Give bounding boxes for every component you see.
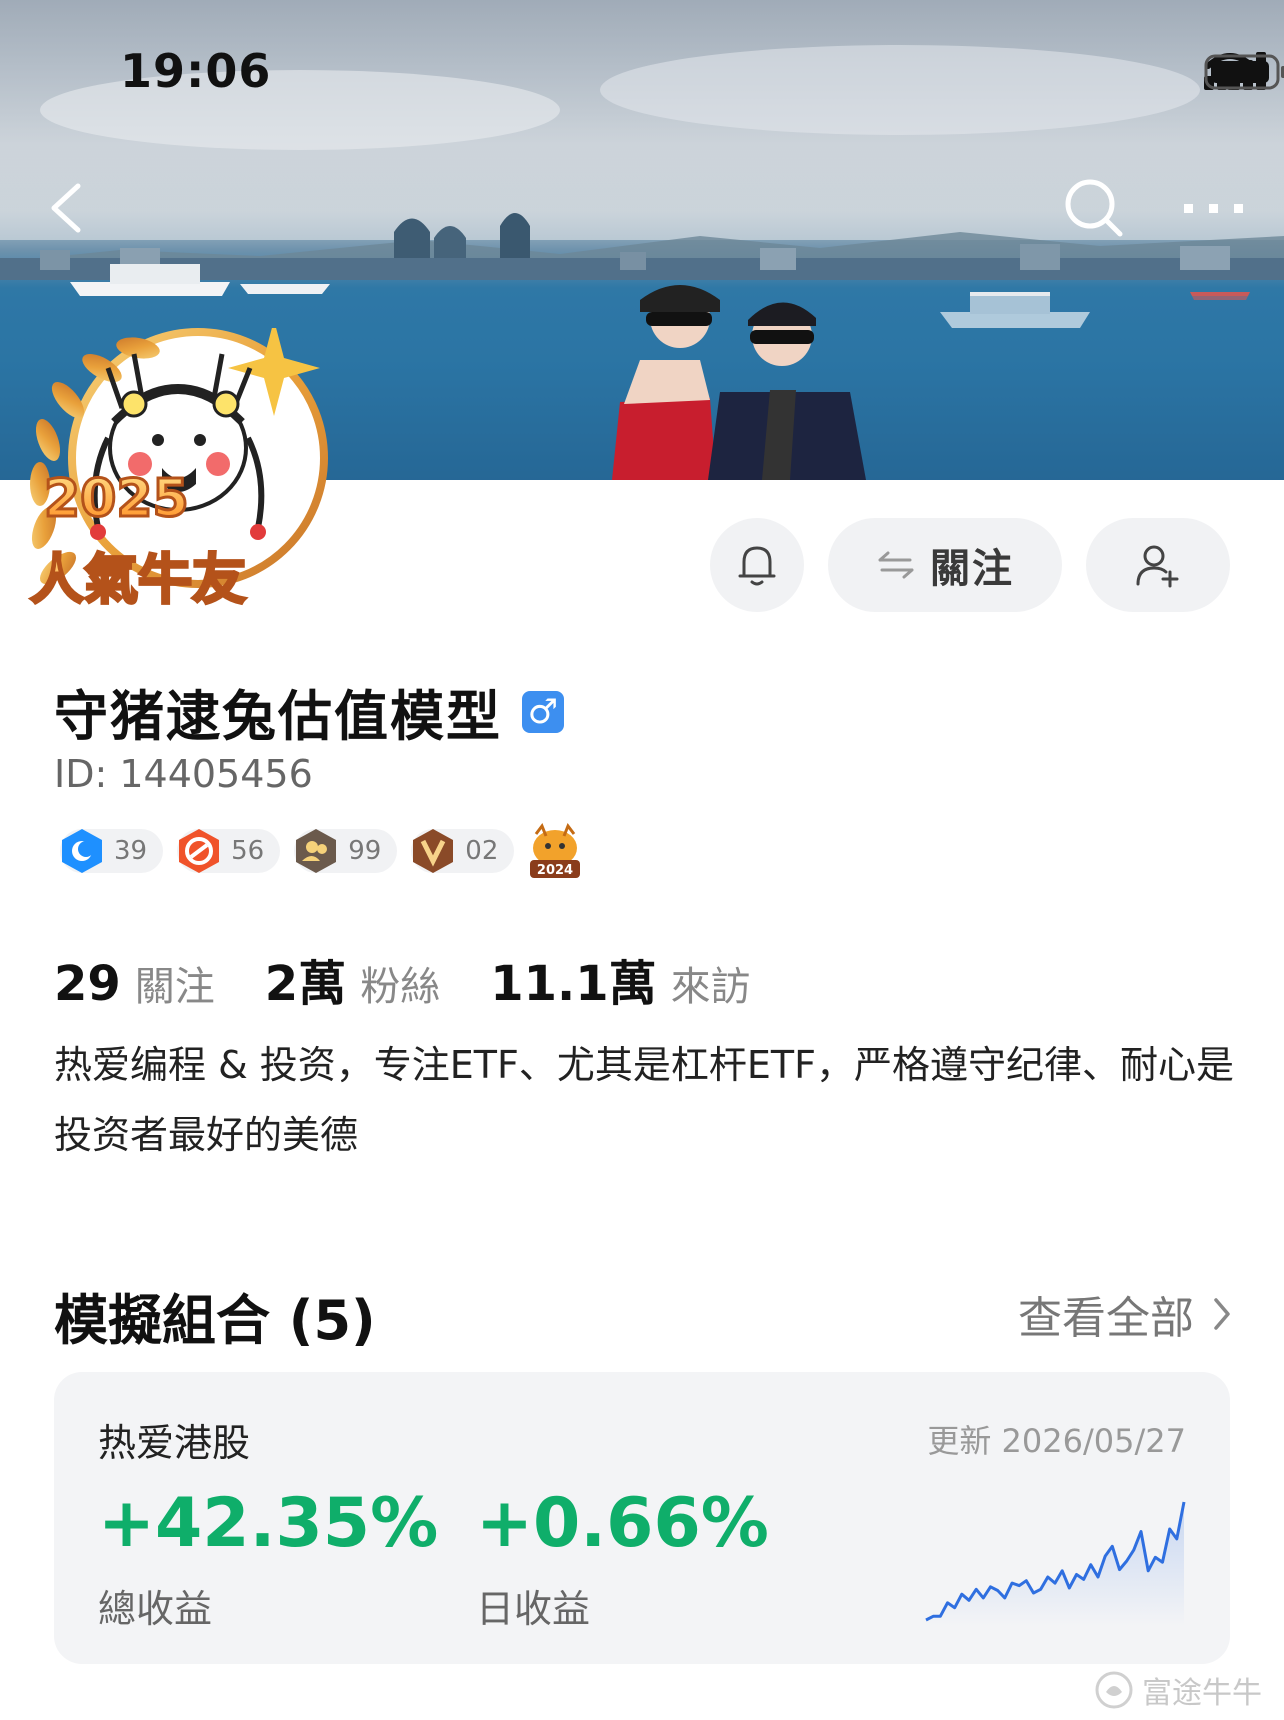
portfolio-section-title: 模擬組合 (5) bbox=[54, 1289, 376, 1352]
status-time: 19:06 bbox=[120, 44, 272, 98]
add-friend-button[interactable] bbox=[1086, 518, 1230, 612]
watermark-text: 富途牛牛 bbox=[1142, 1676, 1262, 1711]
daily-return-value: +0.66% bbox=[476, 1484, 769, 1563]
badge-item[interactable]: 99 bbox=[294, 829, 398, 873]
avatar-badge-title: 人氣牛友 bbox=[30, 548, 246, 611]
badge-count: 99 bbox=[348, 836, 382, 866]
profile-page: 19:06 2025 人氣牛友 關注 守猪逮兔估值模型 ♂ ID: 144054… bbox=[0, 0, 1284, 1720]
avatar[interactable]: 2025 人氣牛友 bbox=[18, 320, 338, 644]
user-name: 守猪逮兔估值模型 bbox=[54, 685, 502, 748]
chevron-right-icon bbox=[1214, 1298, 1230, 1330]
battery-icon bbox=[1204, 54, 1284, 90]
visits-label: 來訪 bbox=[670, 964, 751, 1010]
more-button[interactable] bbox=[1178, 172, 1250, 244]
following-count[interactable]: 29 bbox=[54, 956, 121, 1012]
male-icon: ♂ bbox=[522, 690, 564, 733]
futu-logo-icon bbox=[1095, 1671, 1133, 1709]
badge-count: 56 bbox=[231, 836, 265, 866]
sparkline-area bbox=[926, 1502, 1184, 1626]
more-icon bbox=[1184, 204, 1243, 213]
badge-count: 39 bbox=[114, 836, 148, 866]
badge-row: 39 56 99 02 2024 bbox=[60, 822, 582, 880]
swap-arrows-icon bbox=[878, 551, 914, 579]
avatar-badge: 2025 人氣牛友 bbox=[29, 320, 328, 613]
shield-red-icon bbox=[179, 829, 220, 873]
search-icon bbox=[1065, 179, 1123, 237]
see-all-link[interactable]: 查看全部 bbox=[1018, 1282, 1234, 1346]
user-id: ID: 14405456 bbox=[54, 752, 313, 796]
bell-icon bbox=[738, 546, 776, 586]
followers-count[interactable]: 2萬 bbox=[265, 944, 346, 1014]
visits-count: 11.1萬 bbox=[490, 956, 657, 1012]
followers-label[interactable]: 粉絲 bbox=[360, 954, 440, 1012]
total-return-label: 總收益 bbox=[98, 1587, 213, 1631]
name-row: 守猪逮兔估值模型 ♂ bbox=[54, 672, 564, 751]
back-button[interactable] bbox=[34, 172, 106, 244]
follow-button[interactable]: 關注 bbox=[828, 518, 1062, 612]
portfolio-card[interactable]: 热爱港股 更新 2026/05/27 +42.35% 總收益 +0.66% 日收… bbox=[54, 1372, 1230, 1664]
badge-item[interactable]: 56 bbox=[177, 829, 281, 873]
badge-item[interactable]: 02 bbox=[411, 829, 515, 873]
notification-button[interactable] bbox=[710, 518, 804, 612]
following-label[interactable]: 關注 bbox=[135, 954, 215, 1012]
shield-blue-icon bbox=[62, 829, 102, 873]
watermark: 富途牛牛 bbox=[1094, 1668, 1262, 1712]
people-icon bbox=[296, 829, 337, 873]
stats-row: 29 關注 2萬 粉絲 11.1萬 來訪 bbox=[54, 944, 801, 1014]
v2-icon bbox=[413, 829, 454, 873]
badge-year: 2024 bbox=[537, 863, 573, 878]
bio-text: 热爱编程 & 投资，专注ETF、尤其是杠杆ETF，严格遵守纪律、耐心是投资者最好… bbox=[54, 1043, 1234, 1157]
see-all-label: 查看全部 bbox=[1018, 1293, 1194, 1344]
avatar-badge-year: 2025 bbox=[44, 469, 189, 529]
add-user-icon bbox=[1136, 545, 1179, 588]
portfolio-updated: 更新 2026/05/27 bbox=[927, 1422, 1186, 1460]
portfolio-name: 热爱港股 bbox=[98, 1421, 251, 1465]
bull-2024-icon[interactable]: 2024 bbox=[528, 822, 582, 880]
sparkline-chart bbox=[925, 1501, 1186, 1626]
follow-button-label: 關注 bbox=[930, 546, 1014, 592]
total-return-value: +42.35% bbox=[98, 1484, 439, 1563]
badge-count: 02 bbox=[465, 836, 499, 866]
chevron-left-icon bbox=[51, 183, 81, 233]
daily-return-label: 日收益 bbox=[476, 1587, 591, 1631]
search-button[interactable] bbox=[1058, 172, 1130, 244]
badge-item[interactable]: 39 bbox=[60, 829, 164, 873]
